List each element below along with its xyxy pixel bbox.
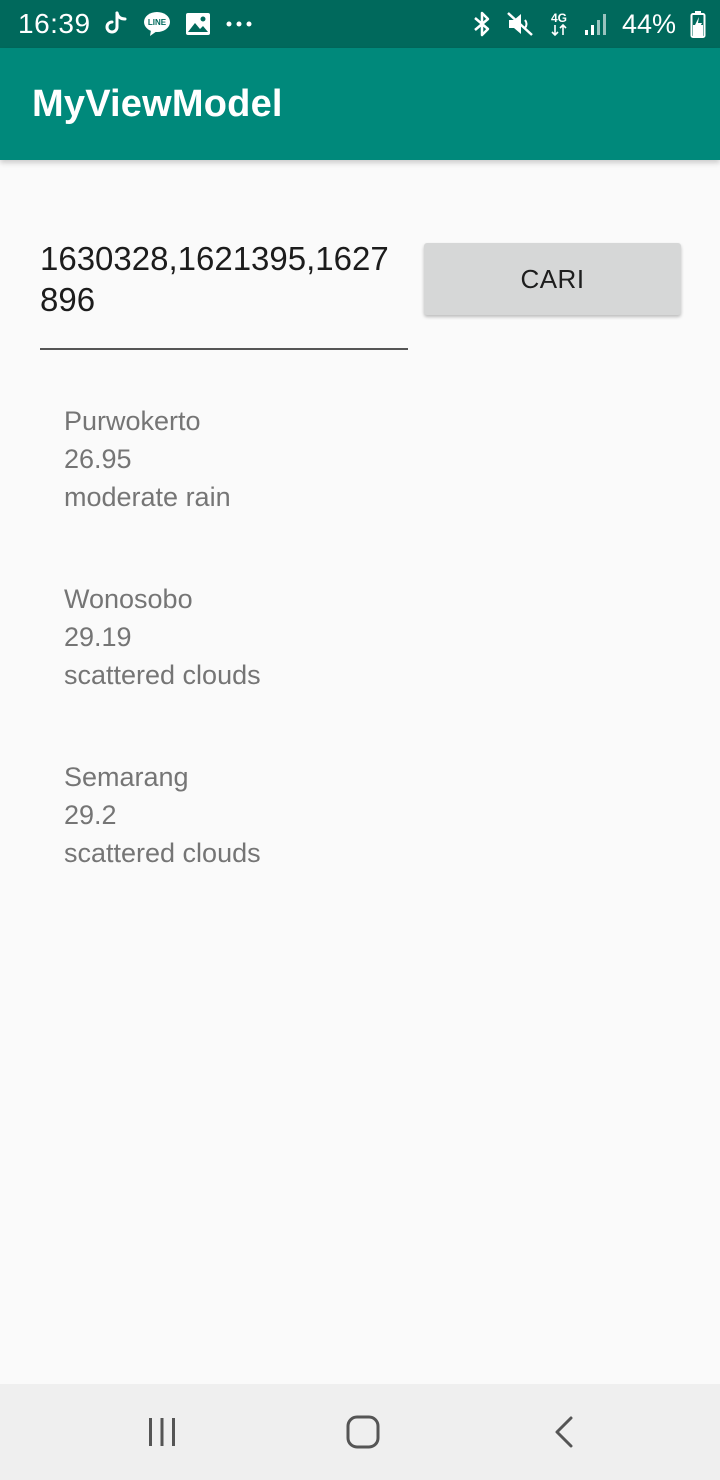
weather-description: scattered clouds: [64, 660, 261, 690]
screen: 16:39 LINE 4G 44% MyViewModel 1630328,16…: [0, 0, 720, 1480]
status-right: 4G 44%: [472, 9, 706, 40]
more-icon: [225, 20, 253, 28]
weather-description: moderate rain: [64, 482, 231, 512]
battery-icon: [690, 10, 706, 38]
bluetooth-icon: [472, 10, 492, 38]
battery-percent: 44%: [621, 8, 676, 39]
temperature: 29.2: [64, 800, 117, 830]
svg-text:4G: 4G: [551, 11, 567, 25]
home-icon[interactable]: [333, 1402, 393, 1462]
list-item: Semarang 29.2 scattered clouds: [64, 758, 664, 936]
line-icon: LINE: [143, 11, 171, 37]
city-name: Semarang: [64, 762, 189, 792]
temperature: 26.95: [64, 444, 132, 474]
results-list: Purwokerto 26.95 moderate rain Wonosobo …: [64, 402, 664, 936]
city-id-input[interactable]: 1630328,1621395,1627896: [40, 238, 408, 350]
list-item: Wonosobo 29.19 scattered clouds: [64, 580, 664, 758]
back-icon[interactable]: [534, 1402, 594, 1462]
network-4g-icon: 4G: [548, 10, 570, 38]
city-name: Purwokerto: [64, 406, 201, 436]
gallery-icon: [185, 12, 211, 36]
signal-icon: [584, 12, 608, 36]
navigation-bar: [0, 1384, 720, 1480]
weather-description: scattered clouds: [64, 838, 261, 868]
status-left: 16:39 LINE: [18, 8, 253, 40]
app-title: MyViewModel: [32, 82, 283, 125]
city-name: Wonosobo: [64, 584, 193, 614]
app-bar: MyViewModel: [0, 48, 720, 160]
list-item: Purwokerto 26.95 moderate rain: [64, 402, 664, 580]
tiktok-icon: [105, 11, 129, 37]
recent-apps-icon[interactable]: [132, 1402, 192, 1462]
status-time: 16:39: [18, 8, 91, 39]
temperature: 29.19: [64, 622, 132, 652]
search-button[interactable]: CARI: [424, 243, 681, 315]
status-bar: 16:39 LINE 4G 44%: [0, 0, 720, 48]
svg-text:LINE: LINE: [147, 18, 166, 27]
mute-icon: [506, 10, 534, 38]
